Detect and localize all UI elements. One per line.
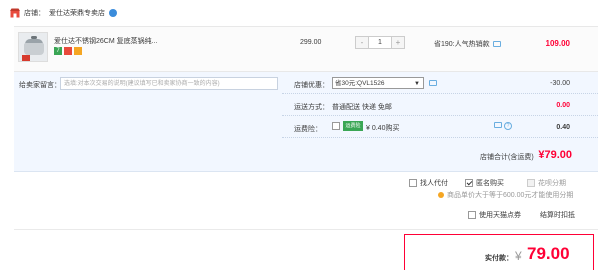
- quantity-increase-button[interactable]: +: [391, 37, 404, 48]
- message-icon[interactable]: [494, 122, 502, 128]
- product-title-link[interactable]: 爱仕达不锈钢26CM 复底蒸锅纯...: [54, 36, 157, 46]
- divider: [14, 229, 598, 230]
- anonymous-checkbox[interactable]: [465, 179, 473, 187]
- unit-price: 299.00: [300, 39, 322, 46]
- dropdown-arrow-icon: ▼: [414, 81, 420, 87]
- promotion-text: 省190:人气热销款: [434, 39, 501, 49]
- order-item-row: 爱仕达不锈钢26CM 复底蒸锅纯... 7 299.00 - 1 + 省190:…: [14, 26, 598, 72]
- seven-day-return-icon: 7: [54, 47, 62, 55]
- delivery-amount: 0.00: [556, 102, 570, 109]
- tmall-points-checkbox[interactable]: [468, 211, 476, 219]
- freight-insurance-price: ¥ 0.40购买: [366, 125, 400, 132]
- promotion-label: 省190:人气热销款: [434, 41, 490, 48]
- item-subtotal: 109.00: [545, 39, 570, 48]
- notice-icon: [438, 192, 444, 198]
- shop-coupon-row: 店铺优惠： 省30元:QVL1526 ▼ -30.00: [282, 72, 598, 94]
- delivery-method: 普通配送 快递 免邮: [332, 104, 392, 111]
- deduction-label: 结算时扣抵: [540, 212, 575, 219]
- installment-checkbox[interactable]: [527, 179, 535, 187]
- coupon-info-icon[interactable]: [429, 80, 437, 86]
- payment-label: 实付款：: [485, 255, 513, 262]
- payment-currency: ¥: [515, 249, 522, 263]
- shop-label: 店铺：: [24, 10, 45, 17]
- seller-message-input[interactable]: 选填:对本次交易的说明(建议填写已和卖家协商一致的内容): [60, 77, 278, 90]
- service-badges: 7: [54, 47, 82, 55]
- shop-coupon-amount: -30.00: [550, 80, 570, 87]
- seller-message-label: 给卖家留言：: [19, 82, 61, 89]
- anonymous-option[interactable]: 匿名购买: [465, 178, 504, 188]
- shop-header: 店铺： 爱仕达荣鼎专卖店: [10, 6, 117, 20]
- quantity-decrease-button[interactable]: -: [356, 37, 369, 48]
- help-icon[interactable]: ?: [504, 122, 512, 130]
- shop-name-link[interactable]: 爱仕达荣鼎专卖店: [49, 8, 105, 18]
- guarantee-icon: [64, 47, 72, 55]
- freight-insurance-amount: 0.40: [556, 124, 570, 131]
- installment-option[interactable]: 花呗分期: [527, 178, 566, 188]
- installment-note-text: 商品单价大于等于600.00元才能使用分期: [447, 192, 574, 199]
- delivery-row: 运送方式： 普通配送 快递 免邮 0.00: [282, 94, 598, 116]
- proxy-pay-option[interactable]: 找人代付: [409, 178, 448, 188]
- tmall-points-label: 使用天猫点券: [479, 212, 521, 219]
- anonymous-label: 匿名购买: [476, 180, 504, 187]
- proxy-pay-checkbox[interactable]: [409, 179, 417, 187]
- promotion-info-icon[interactable]: [492, 41, 501, 48]
- payment-amount: 79.00: [527, 244, 570, 263]
- freight-insurance-icons: ?: [494, 122, 512, 130]
- product-thumbnail[interactable]: [18, 32, 48, 62]
- installment-note: 商品单价大于等于600.00元才能使用分期: [438, 190, 573, 200]
- shop-coupon-label: 店铺优惠：: [294, 82, 329, 89]
- shop-coupon-value: 省30元:QVL1526: [335, 80, 385, 87]
- tmall-points-option[interactable]: 使用天猫点券: [468, 210, 521, 220]
- shop-total-value: ¥79.00: [538, 149, 572, 161]
- authentic-icon: [74, 47, 82, 55]
- freight-insurance-badge: 运费险: [343, 121, 363, 131]
- freight-insurance-label: 运费险：: [294, 126, 322, 133]
- installment-label: 花呗分期: [538, 180, 566, 187]
- proxy-pay-label: 找人代付: [420, 180, 448, 187]
- quantity-stepper: - 1 +: [355, 36, 405, 49]
- payment-summary-box: 实付款： ¥ 79.00: [404, 234, 594, 270]
- delivery-label: 运送方式：: [294, 104, 329, 111]
- shop-total-label: 店铺合计(含运费): [480, 154, 534, 161]
- shop-coupon-select[interactable]: 省30元:QVL1526 ▼: [332, 77, 424, 89]
- wangwang-chat-icon[interactable]: [109, 9, 117, 17]
- store-icon: [10, 8, 20, 18]
- quantity-input[interactable]: 1: [369, 37, 391, 48]
- freight-insurance-checkbox[interactable]: [332, 122, 340, 130]
- deduction-option: 结算时扣抵: [540, 210, 575, 220]
- freight-insurance-row: 运费险： 运费险 ¥ 0.40购买 ? 0.40: [282, 116, 598, 138]
